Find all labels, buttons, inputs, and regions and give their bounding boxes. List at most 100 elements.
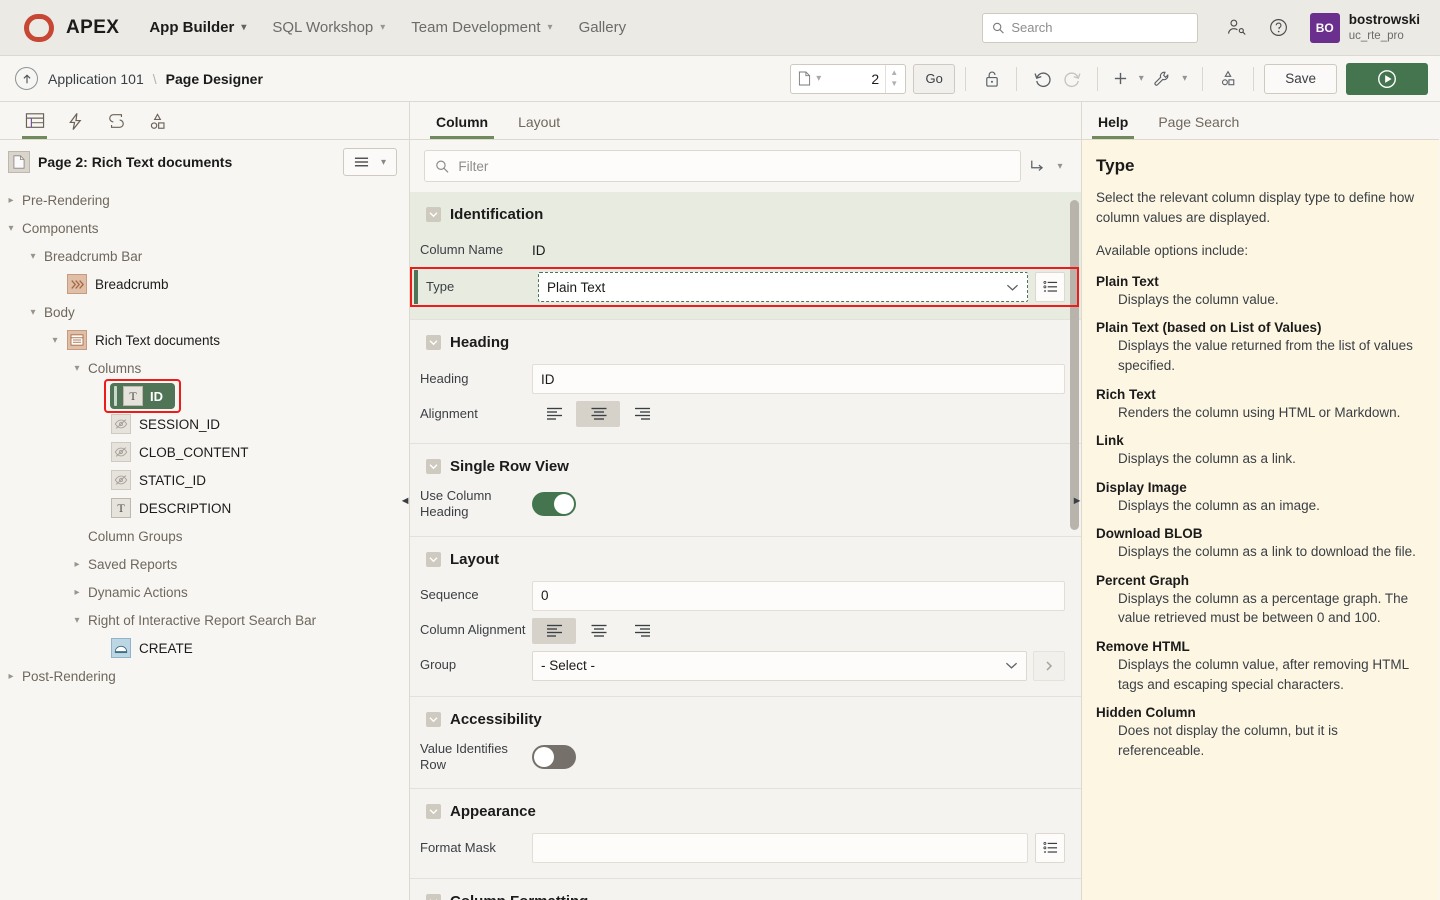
format-mask-lov-button[interactable]: [1035, 833, 1065, 863]
format-mask-input[interactable]: [532, 833, 1028, 863]
group-select[interactable]: - Select -: [532, 651, 1027, 681]
tree-toggle-expanded[interactable]: ▾: [66, 615, 88, 626]
page-number-stepper[interactable]: ▲▼: [885, 65, 902, 93]
tree-item-post-rendering[interactable]: ▸Post-Rendering: [0, 662, 409, 690]
go-button[interactable]: Go: [913, 64, 955, 94]
section-collapse-toggle[interactable]: [426, 804, 441, 819]
dynamic-actions-tab[interactable]: [55, 103, 96, 139]
alignment-option-center[interactable]: [576, 401, 620, 427]
tree-item-column-groups[interactable]: Column Groups: [0, 522, 409, 550]
page-number-value[interactable]: 2: [821, 71, 885, 87]
account-settings-button[interactable]: [1220, 11, 1254, 45]
tab-layout[interactable]: Layout: [514, 114, 564, 139]
breadcrumb-page-designer[interactable]: Page Designer: [166, 71, 263, 87]
nav-gallery[interactable]: Gallery: [579, 19, 627, 36]
property-filter-input[interactable]: [458, 159, 1010, 174]
alignment-option-left[interactable]: [532, 401, 576, 427]
undo-button[interactable]: [1027, 64, 1057, 94]
section-collapse-toggle[interactable]: [426, 712, 441, 727]
heading-input[interactable]: ID: [532, 364, 1065, 394]
tree-toggle-collapsed[interactable]: ▸: [66, 559, 88, 570]
section-header-column-formatting[interactable]: Column Formatting: [410, 879, 1081, 900]
type-lov-button[interactable]: [1035, 272, 1065, 302]
tree-toggle-collapsed[interactable]: ▸: [0, 671, 22, 682]
tree-item-clob-content[interactable]: CLOB_CONTENT: [0, 438, 409, 466]
section-collapse-toggle[interactable]: [426, 894, 441, 900]
center-panel-collapse-handle[interactable]: ►: [1072, 492, 1082, 510]
type-select[interactable]: Plain Text: [538, 272, 1028, 302]
tree-item-components[interactable]: ▾Components: [0, 214, 409, 242]
section-header-single-row-view[interactable]: Single Row View: [410, 444, 1081, 485]
shared-components-tab[interactable]: [137, 103, 178, 139]
tree-item-saved-reports[interactable]: ▸Saved Reports: [0, 550, 409, 578]
column-alignment-option-left[interactable]: [532, 618, 576, 644]
use-column-heading-toggle[interactable]: [532, 492, 576, 516]
global-search-box[interactable]: [982, 13, 1198, 43]
navigate-up-button[interactable]: [15, 67, 38, 90]
help-button[interactable]: [1262, 11, 1296, 45]
tree-toggle-expanded[interactable]: ▾: [44, 335, 66, 346]
alignment-option-right[interactable]: [620, 401, 664, 427]
add-component-button[interactable]: ▾: [1108, 64, 1148, 94]
global-search-input[interactable]: [1011, 20, 1187, 35]
nav-team-development[interactable]: Team Development ▾: [411, 19, 552, 36]
alignment-radio-group[interactable]: [532, 401, 664, 427]
value-identifies-row-toggle[interactable]: [532, 745, 576, 769]
column-alignment-option-center[interactable]: [576, 618, 620, 644]
tree-menu-button[interactable]: ▾: [343, 148, 397, 176]
user-info[interactable]: bostrowski uc_rte_pro: [1349, 12, 1420, 42]
page-selector[interactable]: ▾ 2 ▲▼: [790, 64, 906, 94]
section-collapse-toggle[interactable]: [426, 335, 441, 350]
section-collapse-toggle[interactable]: [426, 552, 441, 567]
section-collapse-toggle[interactable]: [426, 207, 441, 222]
tree-item-rich-text-documents[interactable]: ▾ Rich Text documents: [0, 326, 409, 354]
group-next-button[interactable]: [1033, 651, 1065, 681]
nav-sql-workshop[interactable]: SQL Workshop ▾: [272, 19, 385, 36]
nav-app-builder[interactable]: App Builder ▾: [149, 19, 246, 36]
section-header-accessibility[interactable]: Accessibility: [410, 697, 1081, 738]
tree-toggle-expanded[interactable]: ▾: [0, 223, 22, 234]
tree-item-body[interactable]: ▾Body: [0, 298, 409, 326]
tree-item-columns[interactable]: ▾Columns: [0, 354, 409, 382]
page-shapes-button[interactable]: [1213, 64, 1243, 94]
tab-page-search[interactable]: Page Search: [1154, 114, 1243, 139]
tree-toggle-expanded[interactable]: ▾: [22, 251, 44, 262]
section-collapse-toggle[interactable]: [426, 459, 441, 474]
tree-item-breadcrumb-bar[interactable]: ▾Breadcrumb Bar: [0, 242, 409, 270]
tab-help[interactable]: Help: [1094, 114, 1132, 139]
tree-toggle-collapsed[interactable]: ▸: [0, 195, 22, 206]
tree-item-breadcrumb[interactable]: Breadcrumb: [0, 270, 409, 298]
section-header-appearance[interactable]: Appearance: [410, 789, 1081, 830]
apex-logo-icon[interactable]: [22, 11, 56, 45]
run-page-button[interactable]: [1346, 63, 1428, 95]
utilities-button[interactable]: ▾: [1148, 64, 1192, 94]
tree-item-dynamic-actions[interactable]: ▸Dynamic Actions: [0, 578, 409, 606]
save-button[interactable]: Save: [1264, 64, 1337, 94]
lock-page-button[interactable]: [976, 64, 1006, 94]
tree-item-pre-rendering[interactable]: ▸Pre-Rendering: [0, 186, 409, 214]
tree-item-session-id[interactable]: SESSION_ID: [0, 410, 409, 438]
section-header-identification[interactable]: Identification: [410, 192, 1081, 233]
column-alignment-option-right[interactable]: [620, 618, 664, 644]
tree-item-description[interactable]: TDESCRIPTION: [0, 494, 409, 522]
tree-item-pill[interactable]: T ID: [110, 383, 175, 409]
tree-item-static-id[interactable]: STATIC_ID: [0, 466, 409, 494]
tab-column[interactable]: Column: [432, 114, 492, 139]
tree-toggle-collapsed[interactable]: ▸: [66, 587, 88, 598]
breadcrumb-application[interactable]: Application 101: [48, 71, 144, 87]
tree-toggle-expanded[interactable]: ▾: [66, 363, 88, 374]
sequence-input[interactable]: 0: [532, 581, 1065, 611]
processing-tab[interactable]: [96, 103, 137, 139]
rendering-tab[interactable]: [14, 103, 55, 139]
column-alignment-radio-group[interactable]: [532, 618, 664, 644]
avatar[interactable]: BO: [1310, 13, 1340, 43]
property-filter-box[interactable]: [424, 150, 1021, 182]
tree-item-right-of-interactive-report-search-bar[interactable]: ▾Right of Interactive Report Search Bar: [0, 606, 409, 634]
goto-property-button[interactable]: ▾: [1025, 150, 1067, 182]
section-header-heading[interactable]: Heading: [410, 320, 1081, 361]
redo-button[interactable]: [1057, 64, 1087, 94]
tree-toggle-expanded[interactable]: ▾: [22, 307, 44, 318]
section-header-layout[interactable]: Layout: [410, 537, 1081, 578]
tree-item-id[interactable]: T ID: [0, 382, 409, 410]
selected-tree-node[interactable]: T ID: [110, 383, 175, 409]
